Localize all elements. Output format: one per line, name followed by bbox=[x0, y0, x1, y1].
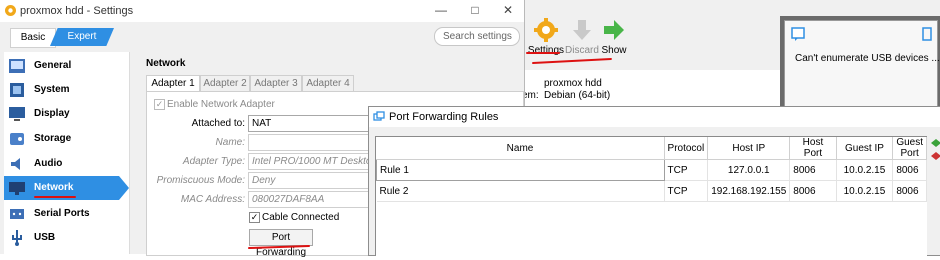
rule-name-cell[interactable]: Rule 1 bbox=[376, 159, 665, 181]
sidebar-item-label: USB bbox=[34, 232, 56, 243]
serial-ports-icon bbox=[10, 209, 24, 219]
show-toolbar-label: Show bbox=[601, 45, 627, 56]
general-icon bbox=[9, 59, 25, 73]
rule-name-cell[interactable]: Rule 2 bbox=[376, 180, 665, 202]
port-forwarding-button[interactable]: Port Forwarding bbox=[249, 229, 313, 258]
column-header-guest-ip[interactable]: Guest IP bbox=[836, 137, 894, 160]
minimize-icon[interactable]: — bbox=[426, 3, 456, 19]
sidebar-item-label: System bbox=[34, 84, 70, 95]
search-placeholder: Search settings bbox=[443, 31, 512, 42]
mac-address-field[interactable]: 080027DAF8AA bbox=[248, 191, 373, 208]
discard-arrow-icon bbox=[573, 20, 591, 40]
attached-to-label: Attached to: bbox=[191, 118, 245, 129]
enable-adapter-checkbox[interactable]: ✓ bbox=[154, 99, 165, 110]
sidebar-item-label: Network bbox=[34, 182, 74, 193]
network-icon bbox=[9, 182, 25, 195]
port-forwarding-table: Name Protocol Host IP Host Port Guest IP… bbox=[375, 136, 927, 256]
rule-guest-ip-cell[interactable]: 10.0.2.15 bbox=[836, 159, 894, 181]
maximize-icon[interactable]: □ bbox=[460, 3, 490, 19]
vm-name-text: proxmox hdd bbox=[544, 78, 602, 89]
tab-adapter-2[interactable]: Adapter 2 bbox=[200, 75, 250, 92]
cable-connected-label: Cable Connected bbox=[262, 212, 340, 223]
basic-mode-tab[interactable]: Basic bbox=[10, 28, 56, 48]
port-forwarding-title: Port Forwarding Rules bbox=[389, 111, 499, 123]
rule-guest-ip-cell[interactable]: 10.0.2.15 bbox=[836, 180, 894, 202]
column-header-guest-port[interactable]: Guest Port bbox=[892, 137, 927, 160]
attached-to-select[interactable]: NAT bbox=[248, 115, 373, 132]
tab-adapter-4[interactable]: Adapter 4 bbox=[302, 75, 354, 92]
show-toolbar-button[interactable]: Show bbox=[594, 18, 634, 56]
sidebar-item-label: Audio bbox=[34, 158, 63, 169]
message-icon bbox=[791, 27, 805, 41]
network-section-title: Network bbox=[146, 58, 186, 69]
settings-titlebar: proxmox hdd - Settings — □ ✕ bbox=[0, 0, 524, 22]
table-header-row: Name Protocol Host IP Host Port Guest IP… bbox=[376, 137, 927, 160]
app-gear-icon bbox=[5, 5, 16, 16]
sidebar-item-label: Storage bbox=[34, 133, 72, 144]
column-header-protocol[interactable]: Protocol bbox=[664, 137, 709, 160]
annotation-underline bbox=[34, 196, 76, 198]
usb-error-message: Can't enumerate USB devices ... bbox=[795, 53, 940, 64]
annotation-underline bbox=[532, 57, 612, 65]
search-settings-input[interactable]: Search settings bbox=[434, 27, 520, 46]
rule-guest-port-cell[interactable]: 8006 bbox=[892, 180, 927, 202]
settings-toolbar-button[interactable]: Settings bbox=[526, 18, 566, 56]
rule-host-ip-cell[interactable]: 192.168.192.155 bbox=[707, 180, 791, 202]
mac-address-label: MAC Address: bbox=[180, 194, 245, 205]
usb-warning-icon bbox=[922, 27, 932, 41]
rule-protocol-cell[interactable]: TCP bbox=[664, 159, 709, 181]
enable-adapter-label: Enable Network Adapter bbox=[167, 99, 275, 110]
cable-connected-checkbox[interactable]: ✓ bbox=[249, 212, 260, 223]
tab-adapter-3[interactable]: Adapter 3 bbox=[250, 75, 302, 92]
annotation-underline bbox=[526, 52, 560, 54]
system-icon bbox=[10, 83, 24, 97]
settings-toolbar-label: Settings bbox=[527, 45, 565, 56]
rule-host-port-cell[interactable]: 8006 bbox=[789, 159, 837, 181]
port-forwarding-titlebar: Port Forwarding Rules bbox=[369, 107, 940, 127]
settings-title: proxmox hdd - Settings bbox=[20, 5, 134, 17]
close-icon[interactable]: ✕ bbox=[493, 3, 523, 19]
expert-mode-tab[interactable]: Expert bbox=[50, 28, 114, 46]
sidebar-item-storage[interactable]: Storage bbox=[4, 127, 129, 151]
promiscuous-mode-select[interactable]: Deny bbox=[248, 172, 373, 189]
audio-icon bbox=[11, 158, 20, 170]
remove-rule-icon[interactable] bbox=[931, 152, 940, 160]
column-header-host-port[interactable]: Host Port bbox=[789, 137, 837, 160]
column-header-name[interactable]: Name bbox=[376, 137, 665, 160]
rule-host-port-cell[interactable]: 8006 bbox=[789, 180, 837, 202]
name-field[interactable] bbox=[248, 134, 373, 151]
sidebar-item-audio[interactable]: Audio bbox=[4, 152, 129, 176]
sidebar-item-label: Display bbox=[34, 108, 70, 119]
storage-icon bbox=[10, 133, 24, 145]
sidebar-item-serial-ports[interactable]: Serial Ports bbox=[4, 202, 129, 226]
sidebar-item-display[interactable]: Display bbox=[4, 102, 129, 126]
adapter-type-label: Adapter Type: bbox=[182, 156, 245, 167]
adapter-type-select[interactable]: Intel PRO/1000 MT Desktop (8254 bbox=[248, 153, 373, 170]
sidebar-item-label: Serial Ports bbox=[34, 208, 90, 219]
gear-icon bbox=[534, 18, 558, 42]
os-value: Debian (64-bit) bbox=[544, 90, 611, 101]
port-forwarding-app-icon bbox=[373, 111, 385, 121]
add-rule-icon[interactable] bbox=[931, 139, 940, 147]
sidebar-item-usb[interactable]: USB bbox=[4, 226, 129, 250]
rule-protocol-cell[interactable]: TCP bbox=[664, 180, 709, 202]
display-icon bbox=[9, 107, 25, 121]
sidebar-item-system[interactable]: System bbox=[4, 78, 129, 102]
usb-icon bbox=[12, 230, 22, 246]
table-row[interactable]: Rule 2 TCP 192.168.192.155 8006 10.0.2.1… bbox=[376, 180, 927, 202]
sidebar-item-general[interactable]: General bbox=[4, 54, 129, 78]
table-row[interactable]: Rule 1 TCP 127.0.0.1 8006 10.0.2.15 8006 bbox=[376, 159, 927, 181]
column-header-host-ip[interactable]: Host IP bbox=[707, 137, 791, 160]
name-label: Name: bbox=[215, 137, 245, 148]
show-arrow-icon bbox=[604, 20, 624, 40]
promiscuous-mode-label: Promiscuous Mode: bbox=[156, 175, 245, 186]
settings-sidebar: General System Display Storage Audio Net… bbox=[4, 52, 130, 254]
rule-guest-port-cell[interactable]: 8006 bbox=[892, 159, 927, 181]
sidebar-item-label: General bbox=[34, 60, 72, 71]
port-forwarding-dialog: Port Forwarding Rules Name Protocol Host… bbox=[368, 106, 940, 256]
rule-host-ip-cell[interactable]: 127.0.0.1 bbox=[707, 159, 791, 181]
